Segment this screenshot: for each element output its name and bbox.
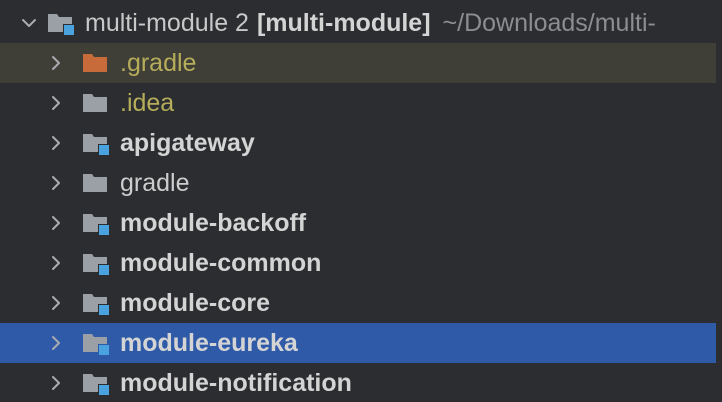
module-folder-icon — [47, 11, 75, 35]
tree-item[interactable]: gradle — [0, 163, 716, 203]
chevron-right-icon[interactable] — [46, 293, 66, 313]
module-folder-icon — [82, 211, 110, 235]
tree-item[interactable]: apigateway — [0, 123, 716, 163]
module-folder-icon — [82, 371, 110, 395]
root-project-name: multi-module 2 — [85, 9, 249, 37]
tree-item[interactable]: module-backoff — [0, 203, 716, 243]
tree-item[interactable]: module-common — [0, 243, 716, 283]
tree-item-label: apigateway — [120, 129, 255, 157]
tree-item-label: module-core — [120, 289, 271, 317]
folder-icon — [82, 91, 110, 115]
tree-item[interactable]: module-core — [0, 283, 716, 323]
chevron-right-icon[interactable] — [46, 253, 66, 273]
module-folder-icon — [82, 331, 110, 355]
tree-item-label: module-backoff — [120, 209, 307, 237]
tree-root-row[interactable]: multi-module 2 [multi-module] ~/Download… — [0, 3, 716, 43]
module-folder-icon — [82, 251, 110, 275]
project-tree: multi-module 2 [multi-module] ~/Download… — [0, 0, 722, 402]
tree-item[interactable]: .gradle — [0, 43, 716, 83]
tree-item-label: .gradle — [120, 49, 197, 77]
tree-item[interactable]: module-eureka — [0, 323, 716, 363]
chevron-right-icon[interactable] — [46, 93, 66, 113]
tree-item-label: module-eureka — [120, 329, 298, 357]
chevron-right-icon[interactable] — [46, 133, 66, 153]
chevron-right-icon[interactable] — [46, 373, 66, 393]
module-folder-icon — [82, 131, 110, 155]
chevron-down-icon[interactable] — [19, 13, 39, 33]
chevron-right-icon[interactable] — [46, 213, 66, 233]
folder-icon — [82, 171, 110, 195]
root-module-name: [multi-module] — [256, 9, 431, 37]
tree-item-label: .idea — [120, 89, 175, 117]
chevron-right-icon[interactable] — [46, 333, 66, 353]
scrollbar-track[interactable] — [716, 0, 722, 402]
tree-item-label: gradle — [120, 169, 190, 197]
tree-item[interactable]: .idea — [0, 83, 716, 123]
module-folder-icon — [82, 291, 110, 315]
tree-item-label: module-common — [120, 249, 322, 277]
chevron-right-icon[interactable] — [46, 53, 66, 73]
tree-item-label: module-notification — [120, 369, 352, 397]
tree-item[interactable]: module-notification — [0, 363, 716, 402]
folder-orange-icon — [82, 51, 110, 75]
root-project-path: ~/Downloads/multi- — [442, 9, 656, 37]
chevron-right-icon[interactable] — [46, 173, 66, 193]
